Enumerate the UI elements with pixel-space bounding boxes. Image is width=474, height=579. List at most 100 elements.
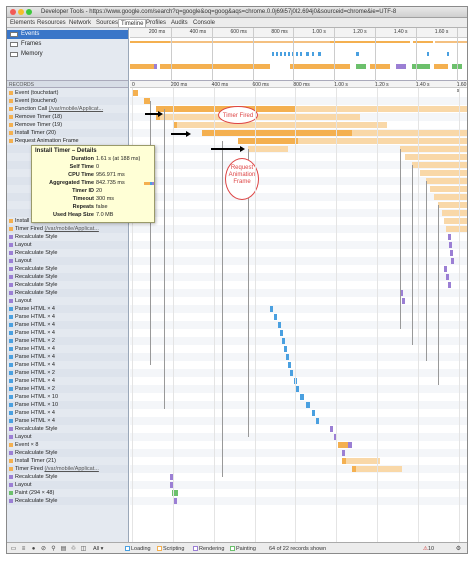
record-label: Recalculate Style xyxy=(15,274,58,280)
record-row[interactable]: Recalculate Style xyxy=(7,265,128,273)
record-row[interactable]: Parse HTML × 4 xyxy=(7,313,128,321)
popover-row: CPU Time 956.971 ms xyxy=(32,172,156,179)
timeline-record-bar xyxy=(296,386,299,392)
record-row[interactable]: Install Timer (21) xyxy=(7,457,128,465)
record-icon[interactable]: ● xyxy=(30,546,37,553)
record-label: Parse HTML × 4 xyxy=(15,322,55,328)
record-row[interactable]: Parse HTML × 2 xyxy=(7,385,128,393)
painting-checkbox[interactable]: Painting xyxy=(230,546,256,552)
rendering-checkbox[interactable]: Rendering xyxy=(193,546,224,552)
tab-profiles[interactable]: Profiles xyxy=(144,19,168,27)
scripting-checkbox[interactable]: Scripting xyxy=(157,546,184,552)
settings-gear-icon[interactable]: ⚙ xyxy=(455,546,462,553)
record-category-swatch xyxy=(9,99,13,103)
record-row[interactable]: Parse HTML × 4 xyxy=(7,377,128,385)
minimize-window-button[interactable] xyxy=(18,9,24,15)
record-row[interactable]: Parse HTML × 10 xyxy=(7,401,128,409)
zoom-window-button[interactable] xyxy=(26,9,32,15)
clear-icon[interactable]: ⊘ xyxy=(40,546,47,553)
timeline-record-bar xyxy=(280,330,283,336)
close-window-button[interactable] xyxy=(10,9,16,15)
record-row[interactable]: Event (touchend) xyxy=(7,97,128,105)
record-row[interactable]: Parse HTML × 10 xyxy=(7,393,128,401)
record-label: Recalculate Style xyxy=(15,234,58,240)
overview-event-bar xyxy=(170,41,330,43)
record-row[interactable]: Parse HTML × 4 xyxy=(7,321,128,329)
record-label: Event (touchend) xyxy=(15,98,57,104)
record-category-swatch xyxy=(9,347,13,351)
tab-timeline[interactable]: Timeline xyxy=(118,19,147,27)
record-label: Parse HTML × 4 xyxy=(15,418,55,424)
record-row[interactable]: Parse HTML × 4 xyxy=(7,345,128,353)
record-source-link[interactable]: (/var/mobile/Applicat... xyxy=(44,226,98,232)
console-icon[interactable]: ≡ xyxy=(20,546,27,553)
record-row[interactable]: Parse HTML × 4 xyxy=(7,409,128,417)
record-row[interactable]: Layout xyxy=(7,481,128,489)
tab-resources[interactable]: Resources xyxy=(35,19,68,27)
record-row[interactable]: Parse HTML × 4 xyxy=(7,361,128,369)
aggregated-time-breakdown xyxy=(144,182,154,185)
record-row[interactable]: Remove Timer (18) xyxy=(7,113,128,121)
record-row[interactable]: Request Animation Frame xyxy=(7,137,128,145)
record-category-swatch xyxy=(9,91,13,95)
overview-event-bar xyxy=(272,52,274,56)
overview-memory[interactable]: Memory xyxy=(7,50,128,59)
overview-events[interactable]: Events xyxy=(7,30,128,39)
record-label: Layout xyxy=(15,242,32,248)
record-row[interactable]: Recalculate Style xyxy=(7,497,128,505)
record-row[interactable]: Timer Fired (/var/mobile/Applicat... xyxy=(7,225,128,233)
record-row[interactable]: Parse HTML × 2 xyxy=(7,369,128,377)
record-category-swatch xyxy=(9,115,13,119)
record-row[interactable]: Recalculate Style xyxy=(7,425,128,433)
timer-fired-callout: Timer Fired xyxy=(218,106,258,124)
record-row[interactable]: Remove Timer (19) xyxy=(7,121,128,129)
record-row[interactable]: Recalculate Style xyxy=(7,473,128,481)
record-row[interactable]: Parse HTML × 4 xyxy=(7,353,128,361)
filter-icon[interactable]: ⚲ xyxy=(50,546,57,553)
overview-event-bar xyxy=(306,52,309,56)
tab-elements[interactable]: Elements xyxy=(8,19,37,27)
record-row[interactable]: Layout xyxy=(7,241,128,249)
record-category-swatch xyxy=(9,427,13,431)
tab-console[interactable]: Console xyxy=(191,19,217,27)
garbage-collect-icon[interactable]: ♲ xyxy=(70,546,77,553)
overview-tick-label: 1.20 s xyxy=(353,29,367,35)
record-row[interactable]: Parse HTML × 4 xyxy=(7,329,128,337)
loading-checkbox[interactable]: Loading xyxy=(125,546,151,552)
record-label: Parse HTML × 2 xyxy=(15,386,55,392)
record-row[interactable]: Layout xyxy=(7,297,128,305)
record-category-swatch xyxy=(9,387,13,391)
error-count[interactable]: ⚠10 xyxy=(423,546,434,552)
record-row[interactable]: Timer Fired (/var/mobile/Applicat... xyxy=(7,465,128,473)
overview-tick-label: 200 ms xyxy=(148,29,166,35)
record-row[interactable]: Recalculate Style xyxy=(7,233,128,241)
tab-sources[interactable]: Sources xyxy=(94,19,120,27)
record-row[interactable]: Event × 8 xyxy=(7,441,128,449)
record-row[interactable]: Paint (294 × 48) xyxy=(7,489,128,497)
record-label: Parse HTML × 2 xyxy=(15,370,55,376)
record-row[interactable]: Function Call (/var/mobile/Applicat... xyxy=(7,105,128,113)
dock-icon[interactable]: ▭ xyxy=(10,546,17,553)
record-source-link[interactable]: (/var/mobile/Applicat... xyxy=(44,466,98,472)
record-row[interactable]: Parse HTML × 4 xyxy=(7,417,128,425)
record-row[interactable]: Parse HTML × 4 xyxy=(7,305,128,313)
record-row[interactable]: Recalculate Style xyxy=(7,449,128,457)
record-row[interactable]: Parse HTML × 2 xyxy=(7,337,128,345)
glue-records-icon[interactable]: ▤ xyxy=(60,546,67,553)
record-row[interactable]: Recalculate Style xyxy=(7,289,128,297)
record-row[interactable]: Layout xyxy=(7,257,128,265)
record-row[interactable]: Install Timer (20) xyxy=(7,129,128,137)
record-row[interactable]: Recalculate Style xyxy=(7,281,128,289)
tab-audits[interactable]: Audits xyxy=(169,19,190,27)
record-row[interactable]: Recalculate Style xyxy=(7,249,128,257)
record-label: Parse HTML × 4 xyxy=(15,346,55,352)
record-row[interactable]: Event (touchstart) xyxy=(7,89,128,97)
category-filter-select[interactable]: All ▾ xyxy=(93,546,103,552)
split-view-icon[interactable]: ◫ xyxy=(80,546,87,553)
record-source-link[interactable]: (/var/mobile/Applicat... xyxy=(49,106,103,112)
tab-network[interactable]: Network xyxy=(67,19,93,27)
record-row[interactable]: Layout xyxy=(7,433,128,441)
record-label: Parse HTML × 4 xyxy=(15,354,55,360)
record-row[interactable]: Recalculate Style xyxy=(7,273,128,281)
overview-frames[interactable]: Frames xyxy=(7,40,128,49)
